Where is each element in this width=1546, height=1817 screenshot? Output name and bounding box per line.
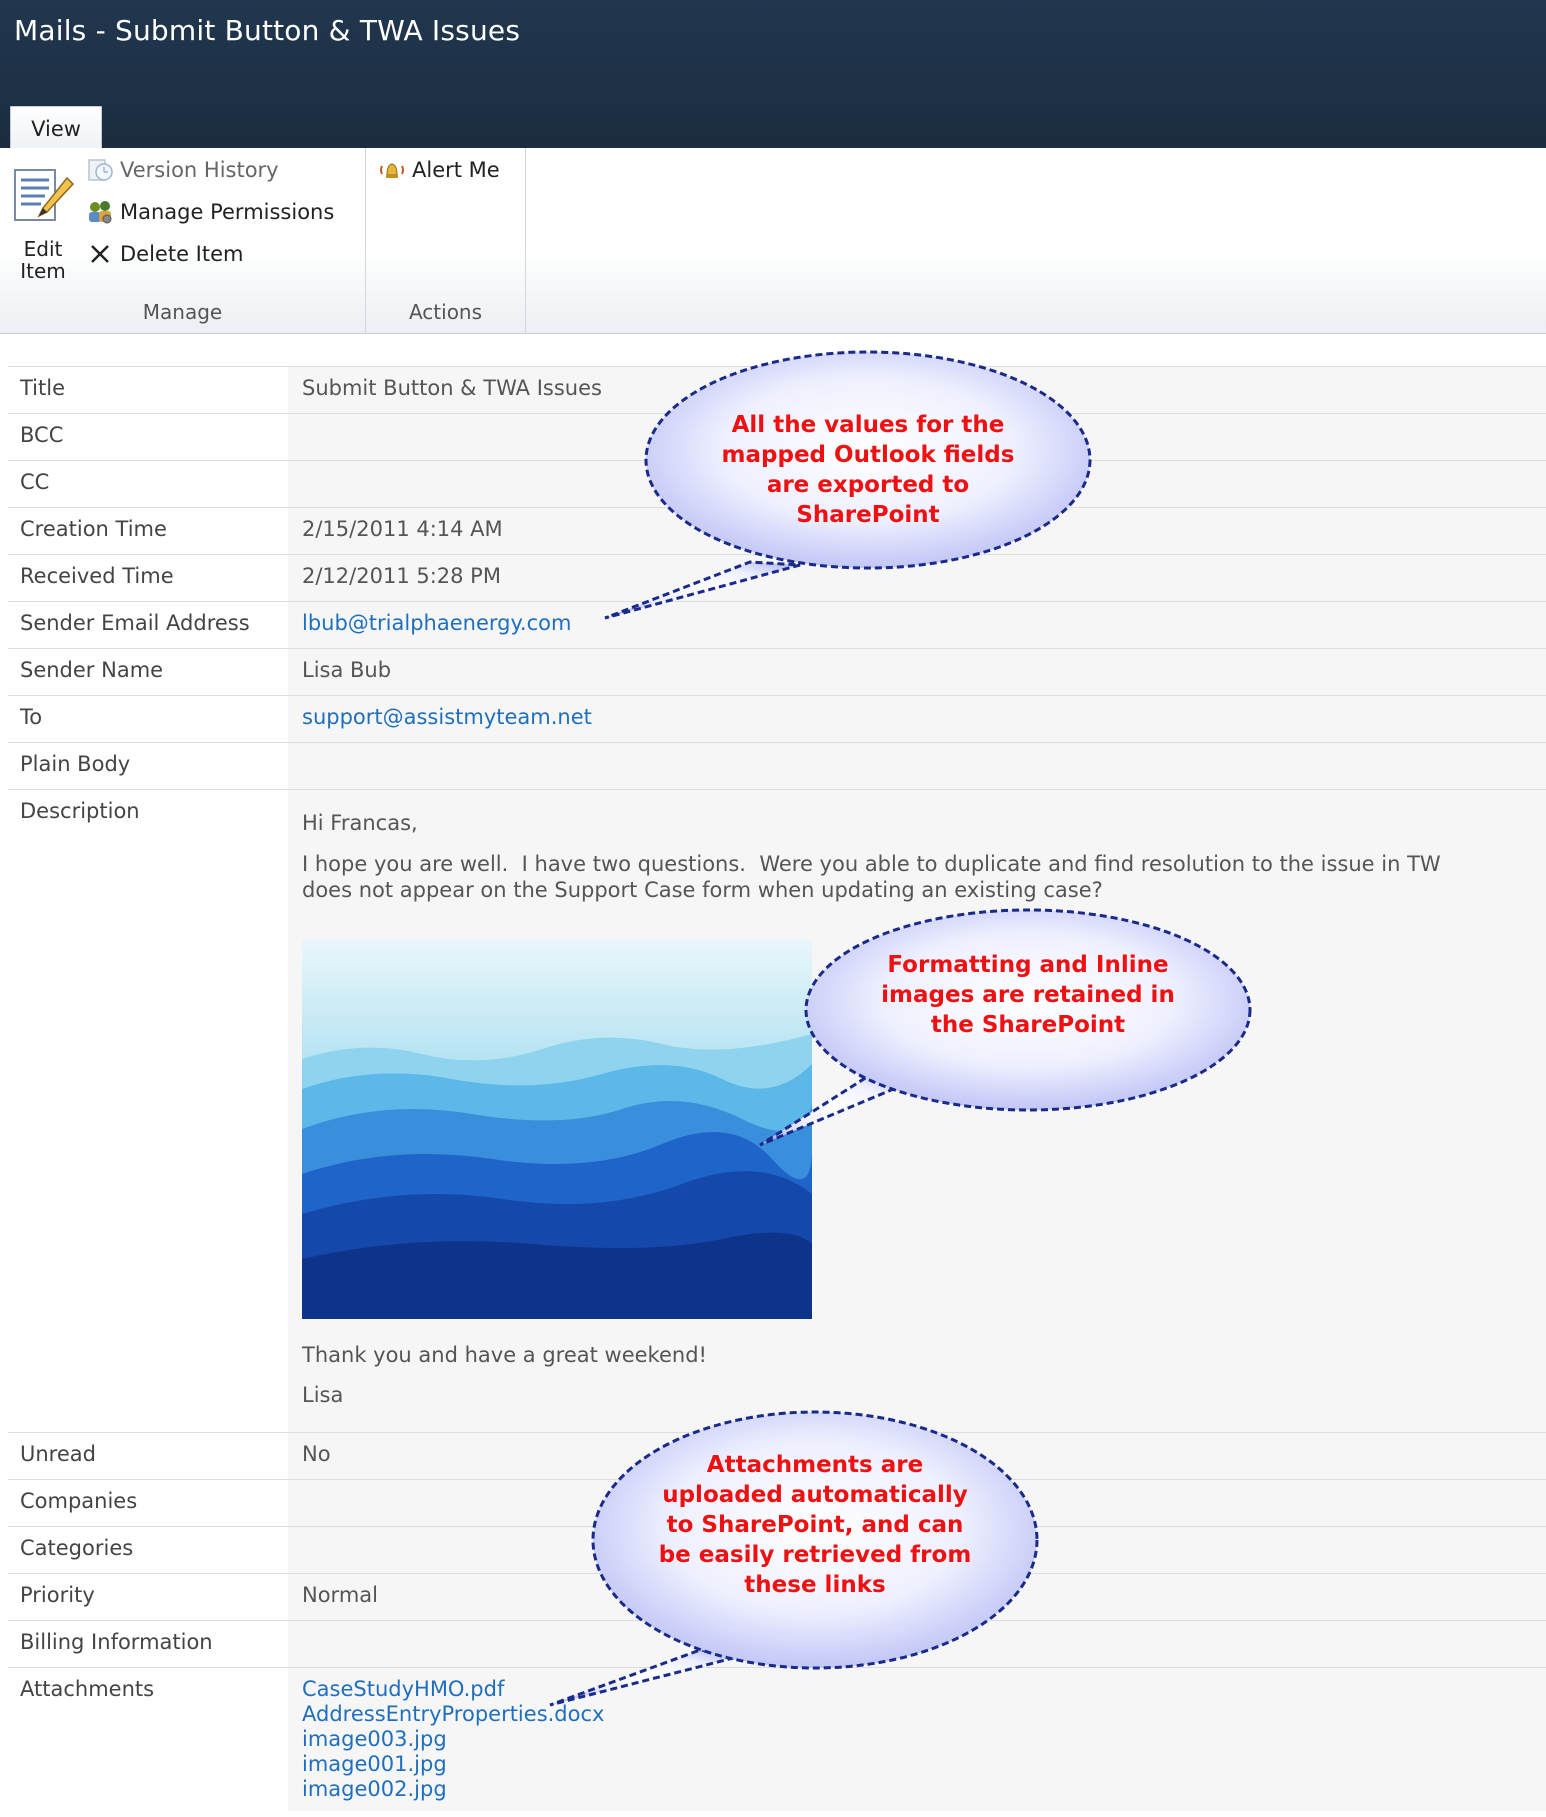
edit-item-button[interactable]: Edit Item: [8, 166, 78, 282]
manage-permissions-button[interactable]: Manage Permissions: [86, 198, 334, 226]
callout-line: Formatting and Inline: [887, 952, 1169, 978]
email-signature: Lisa: [302, 1383, 344, 1407]
field-label: Companies: [20, 1489, 138, 1513]
callout-line: All the values for the: [731, 412, 1005, 438]
attachment-list: CaseStudyHMO.pdf AddressEntryProperties.…: [288, 1668, 1546, 1811]
field-label: Creation Time: [20, 517, 167, 541]
sender-email-link[interactable]: lbub@trialphaenergy.com: [302, 611, 571, 635]
callout-line: are exported to: [766, 472, 970, 498]
attachment-link[interactable]: image003.jpg: [302, 1727, 1532, 1752]
page-title: Mails - Submit Button & TWA Issues: [14, 14, 521, 47]
field-label: Billing Information: [20, 1630, 213, 1654]
callout-line: uploaded automatically: [662, 1482, 968, 1508]
email-greeting: Hi Francas,: [302, 811, 418, 835]
permissions-icon: [89, 201, 112, 224]
attachment-link[interactable]: image002.jpg: [302, 1777, 1532, 1802]
callout-line: these links: [744, 1572, 886, 1598]
attachment-link[interactable]: AddressEntryProperties.docx: [302, 1702, 1532, 1727]
field-value-received-time: 2/12/2011 5:28 PM: [288, 555, 1546, 601]
field-label: Received Time: [20, 564, 174, 588]
callout-line: to SharePoint, and can: [666, 1512, 964, 1538]
field-value-description: Hi Francas, I hope you are well. I have …: [288, 790, 1546, 1432]
callout-line: the SharePoint: [930, 1012, 1126, 1038]
title-bar: Mails - Submit Button & TWA Issues View: [0, 0, 1546, 150]
field-label: Description: [20, 799, 140, 823]
field-label: BCC: [20, 423, 64, 447]
field-label: Sender Name: [20, 658, 164, 682]
email-closing: Thank you and have a great weekend!: [302, 1343, 707, 1367]
field-label: Categories: [20, 1536, 134, 1560]
field-label: Sender Email Address: [20, 611, 250, 635]
ribbon-group-manage-label: Manage: [142, 300, 223, 324]
edit-item-label-line1: Edit: [23, 237, 63, 261]
callout-line: images are retained in: [881, 982, 1175, 1008]
attachment-link[interactable]: CaseStudyHMO.pdf: [302, 1677, 1532, 1702]
delete-x-icon: [91, 245, 109, 263]
callout-line: SharePoint: [796, 502, 940, 528]
field-label: Priority: [20, 1583, 95, 1607]
field-row-sender-email: Sender Email Address lbub@trialphaenergy…: [8, 601, 1546, 648]
field-row-plain-body: Plain Body: [8, 742, 1546, 789]
field-label: CC: [20, 470, 50, 494]
manage-permissions-label: Manage Permissions: [120, 200, 335, 224]
ribbon: Edit Item Version History Manage Permiss…: [0, 148, 1546, 334]
field-value-title: Submit Button & TWA Issues: [288, 367, 1546, 413]
field-row-to: To support@assistmyteam.net: [8, 695, 1546, 742]
delete-item-label: Delete Item: [120, 242, 244, 266]
email-body-line2: does not appear on the Support Case form…: [302, 878, 1103, 902]
email-body-line1: I hope you are well. I have two question…: [302, 852, 1441, 876]
alert-bell-icon: [380, 163, 404, 178]
ribbon-group-manage: Edit Item Version History Manage Permiss…: [0, 148, 366, 334]
inline-mountain-image: [302, 939, 812, 1319]
edit-document-icon: [14, 169, 75, 221]
field-label: Title: [20, 376, 66, 400]
field-label: Attachments: [20, 1677, 155, 1701]
field-value-sender-name: Lisa Bub: [288, 649, 1546, 695]
field-row-description: Description Hi Francas, I hope you are w…: [8, 789, 1546, 1432]
edit-item-label-line2: Item: [20, 259, 66, 283]
alert-me-label: Alert Me: [412, 158, 500, 182]
to-email-link[interactable]: support@assistmyteam.net: [302, 705, 592, 729]
field-row-attachments: Attachments CaseStudyHMO.pdf AddressEntr…: [8, 1667, 1546, 1811]
callout-line: be easily retrieved from: [658, 1542, 972, 1568]
field-row-sender-name: Sender Name Lisa Bub: [8, 648, 1546, 695]
version-history-button[interactable]: Version History: [86, 156, 279, 184]
delete-item-button[interactable]: Delete Item: [86, 240, 243, 268]
field-label: Plain Body: [20, 752, 131, 776]
field-value-billing: [288, 1621, 1546, 1667]
version-history-icon: [88, 159, 113, 181]
version-history-label: Version History: [120, 158, 279, 182]
field-label: Unread: [20, 1442, 96, 1466]
alert-me-button[interactable]: Alert Me: [378, 156, 500, 184]
ribbon-group-actions-label: Actions: [408, 300, 483, 324]
callout-line: mapped Outlook fields: [721, 442, 1015, 468]
tab-view[interactable]: View: [10, 106, 102, 150]
field-value-plain-body: [288, 743, 1546, 789]
callout-line: Attachments are: [706, 1452, 924, 1478]
field-row-title: Title Submit Button & TWA Issues: [8, 366, 1546, 413]
field-row-received-time: Received Time 2/12/2011 5:28 PM: [8, 554, 1546, 601]
field-label: To: [20, 705, 43, 729]
ribbon-group-actions: Alert Me Actions: [366, 148, 526, 334]
field-row-billing: Billing Information: [8, 1620, 1546, 1667]
attachment-link[interactable]: image001.jpg: [302, 1752, 1532, 1777]
